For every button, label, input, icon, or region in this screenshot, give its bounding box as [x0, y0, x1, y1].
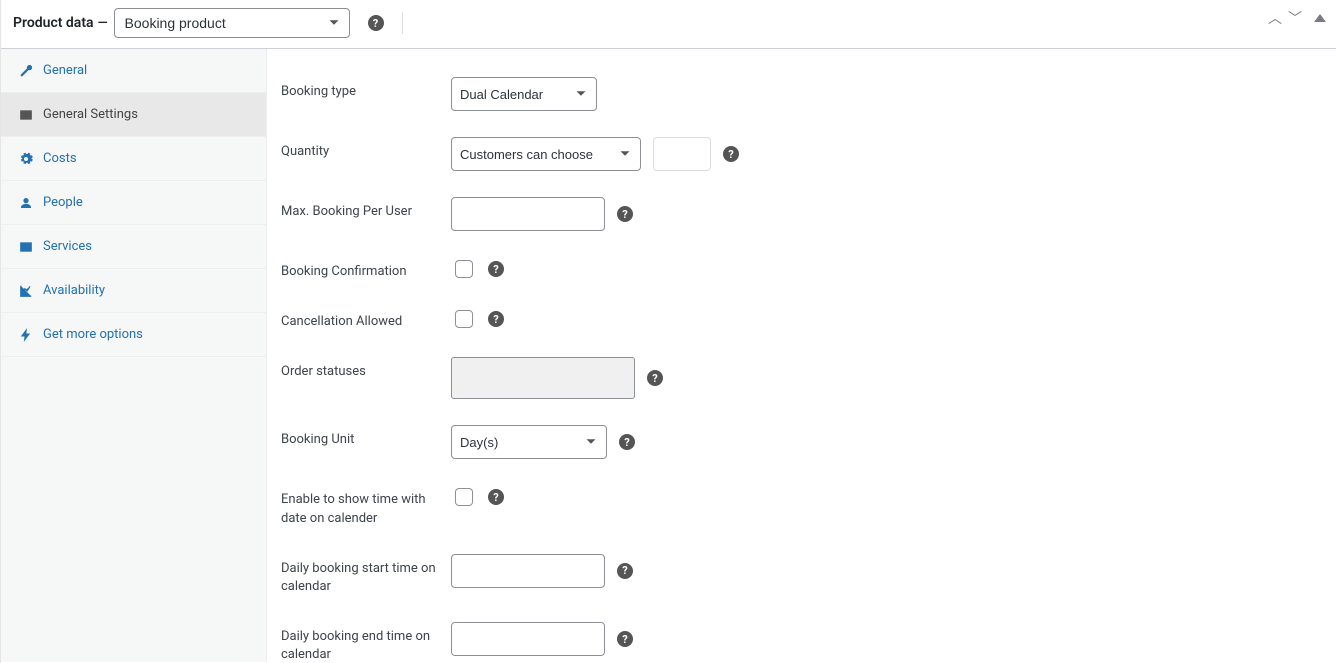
row-cancellation: Cancellation Allowed ? [267, 297, 1336, 347]
row-booking-type: Booking type Dual Calendar [267, 67, 1336, 127]
row-max-booking: Max. Booking Per User ? [267, 187, 1336, 247]
help-icon[interactable]: ? [488, 311, 504, 327]
sidebar-item-label: Services [43, 239, 92, 254]
row-daily-start: Daily booking start time on calendar ? [267, 544, 1336, 612]
sidebar-item-more-options[interactable]: Get more options [1, 313, 266, 357]
help-icon[interactable]: ? [617, 631, 633, 647]
sidebar-item-label: Costs [43, 151, 77, 166]
label-booking-confirmation: Booking Confirmation [281, 257, 451, 281]
label-daily-start: Daily booking start time on calendar [281, 554, 451, 596]
label-booking-unit: Booking Unit [281, 425, 451, 449]
panel-icon [19, 108, 33, 122]
chart-icon [19, 284, 33, 298]
sidebar-item-label: General Settings [43, 107, 138, 122]
sidebar-item-label: People [43, 195, 83, 210]
chevron-up-icon[interactable]: ︿ [1268, 8, 1282, 28]
booking-type-select[interactable]: Dual Calendar [451, 77, 597, 111]
sidebar-item-label: Availability [43, 283, 105, 298]
product-data-panel: Product data — Booking product ? ︿ ﹀ Gen… [0, 0, 1336, 663]
daily-start-input[interactable] [451, 554, 605, 588]
order-statuses-multiselect[interactable] [451, 357, 635, 399]
sidebar-item-availability[interactable]: Availability [1, 269, 266, 313]
help-icon[interactable]: ? [723, 146, 739, 162]
help-icon[interactable]: ? [619, 434, 635, 450]
vertical-divider [402, 12, 403, 34]
row-order-statuses: Order statuses ? [267, 347, 1336, 415]
help-icon[interactable]: ? [647, 370, 663, 386]
show-time-checkbox[interactable] [455, 488, 473, 506]
settings-content: Booking type Dual Calendar Quantity Cust… [267, 49, 1336, 662]
quantity-select[interactable]: Customers can choose [451, 137, 641, 171]
help-icon[interactable]: ? [488, 261, 504, 277]
label-order-statuses: Order statuses [281, 357, 451, 381]
help-icon[interactable]: ? [617, 206, 633, 222]
label-quantity: Quantity [281, 137, 451, 161]
gear-icon [19, 152, 33, 166]
title-divider: — [98, 16, 108, 31]
label-show-time: Enable to show time with date on calende… [281, 485, 451, 527]
panel-title: Product data [13, 15, 94, 31]
max-booking-input[interactable] [451, 197, 605, 231]
product-type-select[interactable]: Booking product [114, 8, 350, 38]
sidebar-item-general-settings[interactable]: General Settings [1, 93, 266, 137]
label-daily-end: Daily booking end time on calendar [281, 622, 451, 662]
cancellation-checkbox[interactable] [455, 310, 473, 328]
sidebar-item-services[interactable]: Services [1, 225, 266, 269]
sidebar-item-label: General [43, 63, 87, 78]
lightning-icon [19, 328, 33, 342]
sidebar-item-label: Get more options [43, 327, 143, 342]
sidebar: General General Settings Costs People Se… [1, 49, 267, 662]
panel-body: General General Settings Costs People Se… [1, 49, 1336, 662]
label-booking-type: Booking type [281, 77, 451, 101]
help-icon[interactable]: ? [617, 563, 633, 579]
row-booking-unit: Booking Unit Day(s) ? [267, 415, 1336, 475]
sidebar-item-people[interactable]: People [1, 181, 266, 225]
wrench-icon [19, 64, 33, 78]
quantity-number-input[interactable] [653, 137, 711, 171]
row-quantity: Quantity Customers can choose ? [267, 127, 1336, 187]
label-max-booking: Max. Booking Per User [281, 197, 451, 221]
daily-end-input[interactable] [451, 622, 605, 656]
panel-order-controls: ︿ ﹀ [1268, 8, 1326, 28]
sidebar-item-costs[interactable]: Costs [1, 137, 266, 181]
chevron-down-icon[interactable]: ﹀ [1288, 8, 1302, 28]
booking-unit-select[interactable]: Day(s) [451, 425, 607, 459]
row-daily-end: Daily booking end time on calendar ? [267, 612, 1336, 662]
sidebar-item-general[interactable]: General [1, 49, 266, 93]
booking-confirmation-checkbox[interactable] [455, 260, 473, 278]
row-show-time: Enable to show time with date on calende… [267, 475, 1336, 543]
panel-header: Product data — Booking product ? ︿ ﹀ [1, 0, 1336, 49]
person-icon [19, 196, 33, 210]
row-booking-confirmation: Booking Confirmation ? [267, 247, 1336, 297]
label-cancellation: Cancellation Allowed [281, 307, 451, 331]
help-icon[interactable]: ? [488, 489, 504, 505]
collapse-triangle-icon[interactable] [1314, 14, 1326, 22]
card-plus-icon [19, 240, 33, 254]
help-icon[interactable]: ? [368, 15, 384, 31]
